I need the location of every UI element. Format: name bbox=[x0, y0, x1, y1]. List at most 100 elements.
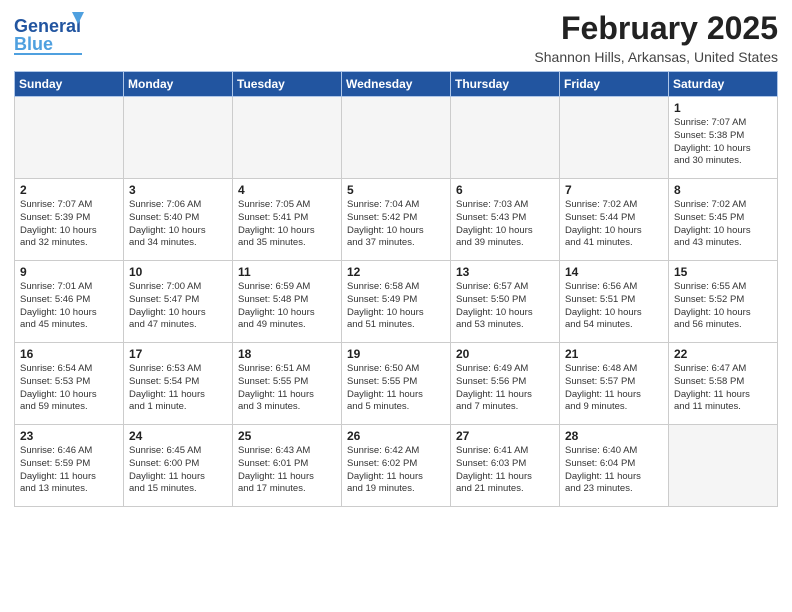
calendar-title: February 2025 bbox=[534, 10, 778, 47]
weekday-header-row: Sunday Monday Tuesday Wednesday Thursday… bbox=[15, 72, 778, 97]
table-row: 17Sunrise: 6:53 AM Sunset: 5:54 PM Dayli… bbox=[124, 343, 233, 425]
table-row: 3 Sunrise: 7:06 AM Sunset: 5:40 PM Daylig… bbox=[124, 179, 233, 261]
day-info: Sunrise: 7:05 AM Sunset: 5:41 PM Dayligh… bbox=[238, 199, 337, 250]
day-info: Sunrise: 6:56 AM Sunset: 5:51 PM Dayligh… bbox=[565, 281, 664, 332]
calendar-table: Sunday Monday Tuesday Wednesday Thursday… bbox=[14, 71, 778, 507]
day-info: Sunrise: 6:53 AM Sunset: 5:54 PM Dayligh… bbox=[129, 363, 228, 414]
day-info: Sunrise: 6:58 AM Sunset: 5:49 PM Dayligh… bbox=[347, 281, 446, 332]
table-row: 28 Sunrise: 6:40 AM Sunset: 6:04 PM Dayli… bbox=[560, 425, 669, 507]
day-number: 12 bbox=[347, 265, 446, 279]
header-monday: Monday bbox=[124, 72, 233, 97]
table-row: 24Sunrise: 6:45 AM Sunset: 6:00 PM Dayli… bbox=[124, 425, 233, 507]
day-number: 9 bbox=[20, 265, 119, 279]
table-row: 12 Sunrise: 6:58 AM Sunset: 5:49 PM Dayli… bbox=[342, 261, 451, 343]
calendar-subtitle: Shannon Hills, Arkansas, United States bbox=[534, 49, 778, 65]
day-number: 3 bbox=[129, 183, 228, 197]
table-row: 22Sunrise: 6:47 AM Sunset: 5:58 PM Dayli… bbox=[669, 343, 778, 425]
day-info: Sunrise: 6:48 AM Sunset: 5:57 PM Dayligh… bbox=[565, 363, 664, 414]
day-number: 14 bbox=[565, 265, 664, 279]
day-info: Sunrise: 6:55 AM Sunset: 5:52 PM Dayligh… bbox=[674, 281, 773, 332]
day-info: Sunrise: 7:01 AM Sunset: 5:46 PM Dayligh… bbox=[20, 281, 119, 332]
logo: General Blue bbox=[14, 10, 84, 60]
calendar-week-row: 9 Sunrise: 7:01 AM Sunset: 5:46 PM Daylig… bbox=[15, 261, 778, 343]
header-friday: Friday bbox=[560, 72, 669, 97]
day-info: Sunrise: 6:50 AM Sunset: 5:55 PM Dayligh… bbox=[347, 363, 446, 414]
header-wednesday: Wednesday bbox=[342, 72, 451, 97]
calendar-week-row: 2 Sunrise: 7:07 AM Sunset: 5:39 PM Daylig… bbox=[15, 179, 778, 261]
calendar-week-row: 23 Sunrise: 6:46 AM Sunset: 5:59 PM Dayli… bbox=[15, 425, 778, 507]
day-number: 25 bbox=[238, 429, 337, 443]
table-row: 9 Sunrise: 7:01 AM Sunset: 5:46 PM Daylig… bbox=[15, 261, 124, 343]
day-info: Sunrise: 6:57 AM Sunset: 5:50 PM Dayligh… bbox=[456, 281, 555, 332]
title-block: February 2025 Shannon Hills, Arkansas, U… bbox=[534, 10, 778, 65]
day-info: Sunrise: 6:41 AM Sunset: 6:03 PM Dayligh… bbox=[456, 445, 555, 496]
day-number: 16 bbox=[20, 347, 119, 361]
day-info: Sunrise: 7:02 AM Sunset: 5:44 PM Dayligh… bbox=[565, 199, 664, 250]
day-info: Sunrise: 6:54 AM Sunset: 5:53 PM Dayligh… bbox=[20, 363, 119, 414]
day-info: Sunrise: 6:49 AM Sunset: 5:56 PM Dayligh… bbox=[456, 363, 555, 414]
table-row bbox=[669, 425, 778, 507]
day-info: Sunrise: 6:40 AM Sunset: 6:04 PM Dayligh… bbox=[565, 445, 664, 496]
table-row bbox=[15, 97, 124, 179]
table-row: 8 Sunrise: 7:02 AM Sunset: 5:45 PM Daylig… bbox=[669, 179, 778, 261]
day-info: Sunrise: 7:07 AM Sunset: 5:38 PM Dayligh… bbox=[674, 117, 773, 168]
day-number: 20 bbox=[456, 347, 555, 361]
day-info: Sunrise: 7:06 AM Sunset: 5:40 PM Dayligh… bbox=[129, 199, 228, 250]
table-row: 25 Sunrise: 6:43 AM Sunset: 6:01 PM Dayli… bbox=[233, 425, 342, 507]
table-row: 14 Sunrise: 6:56 AM Sunset: 5:51 PM Dayli… bbox=[560, 261, 669, 343]
day-number: 4 bbox=[238, 183, 337, 197]
day-number: 7 bbox=[565, 183, 664, 197]
table-row: 13 Sunrise: 6:57 AM Sunset: 5:50 PM Dayli… bbox=[451, 261, 560, 343]
day-number: 8 bbox=[674, 183, 773, 197]
table-row: 2 Sunrise: 7:07 AM Sunset: 5:39 PM Daylig… bbox=[15, 179, 124, 261]
day-number: 28 bbox=[565, 429, 664, 443]
table-row: 11 Sunrise: 6:59 AM Sunset: 5:48 PM Dayli… bbox=[233, 261, 342, 343]
day-number: 18 bbox=[238, 347, 337, 361]
day-info: Sunrise: 7:03 AM Sunset: 5:43 PM Dayligh… bbox=[456, 199, 555, 250]
table-row bbox=[124, 97, 233, 179]
day-info: Sunrise: 6:47 AM Sunset: 5:58 PM Dayligh… bbox=[674, 363, 773, 414]
table-row: 16 Sunrise: 6:54 AM Sunset: 5:53 PM Dayli… bbox=[15, 343, 124, 425]
day-info: Sunrise: 6:45 AM Sunset: 6:00 PM Dayligh… bbox=[129, 445, 228, 496]
day-info: Sunrise: 7:04 AM Sunset: 5:42 PM Dayligh… bbox=[347, 199, 446, 250]
day-info: Sunrise: 6:46 AM Sunset: 5:59 PM Dayligh… bbox=[20, 445, 119, 496]
day-number: 26 bbox=[347, 429, 446, 443]
day-info: Sunrise: 6:43 AM Sunset: 6:01 PM Dayligh… bbox=[238, 445, 337, 496]
table-row bbox=[233, 97, 342, 179]
table-row: 6 Sunrise: 7:03 AM Sunset: 5:43 PM Daylig… bbox=[451, 179, 560, 261]
header-saturday: Saturday bbox=[669, 72, 778, 97]
day-number: 5 bbox=[347, 183, 446, 197]
table-row: 27 Sunrise: 6:41 AM Sunset: 6:03 PM Dayli… bbox=[451, 425, 560, 507]
header-sunday: Sunday bbox=[15, 72, 124, 97]
table-row bbox=[560, 97, 669, 179]
table-row: 10 Sunrise: 7:00 AM Sunset: 5:47 PM Dayli… bbox=[124, 261, 233, 343]
day-info: Sunrise: 6:51 AM Sunset: 5:55 PM Dayligh… bbox=[238, 363, 337, 414]
day-number: 2 bbox=[20, 183, 119, 197]
day-number: 1 bbox=[674, 101, 773, 115]
day-number: 10 bbox=[129, 265, 228, 279]
day-number: 13 bbox=[456, 265, 555, 279]
day-info: Sunrise: 7:00 AM Sunset: 5:47 PM Dayligh… bbox=[129, 281, 228, 332]
day-info: Sunrise: 7:07 AM Sunset: 5:39 PM Dayligh… bbox=[20, 199, 119, 250]
day-number: 27 bbox=[456, 429, 555, 443]
day-info: Sunrise: 6:42 AM Sunset: 6:02 PM Dayligh… bbox=[347, 445, 446, 496]
svg-text:General: General bbox=[14, 16, 81, 36]
svg-text:Blue: Blue bbox=[14, 34, 53, 54]
table-row: 21Sunrise: 6:48 AM Sunset: 5:57 PM Dayli… bbox=[560, 343, 669, 425]
day-number: 19 bbox=[347, 347, 446, 361]
day-info: Sunrise: 7:02 AM Sunset: 5:45 PM Dayligh… bbox=[674, 199, 773, 250]
table-row: 1 Sunrise: 7:07 AM Sunset: 5:38 PM Daylig… bbox=[669, 97, 778, 179]
table-row: 26 Sunrise: 6:42 AM Sunset: 6:02 PM Dayli… bbox=[342, 425, 451, 507]
day-number: 11 bbox=[238, 265, 337, 279]
logo-svg: General Blue bbox=[14, 10, 84, 60]
table-row: 20 Sunrise: 6:49 AM Sunset: 5:56 PM Dayli… bbox=[451, 343, 560, 425]
day-info: Sunrise: 6:59 AM Sunset: 5:48 PM Dayligh… bbox=[238, 281, 337, 332]
day-number: 6 bbox=[456, 183, 555, 197]
table-row: 23 Sunrise: 6:46 AM Sunset: 5:59 PM Dayli… bbox=[15, 425, 124, 507]
table-row: 4 Sunrise: 7:05 AM Sunset: 5:41 PM Daylig… bbox=[233, 179, 342, 261]
calendar-week-row: 1 Sunrise: 7:07 AM Sunset: 5:38 PM Daylig… bbox=[15, 97, 778, 179]
calendar-week-row: 16 Sunrise: 6:54 AM Sunset: 5:53 PM Dayli… bbox=[15, 343, 778, 425]
table-row: 18 Sunrise: 6:51 AM Sunset: 5:55 PM Dayli… bbox=[233, 343, 342, 425]
table-row: 5 Sunrise: 7:04 AM Sunset: 5:42 PM Daylig… bbox=[342, 179, 451, 261]
day-number: 23 bbox=[20, 429, 119, 443]
